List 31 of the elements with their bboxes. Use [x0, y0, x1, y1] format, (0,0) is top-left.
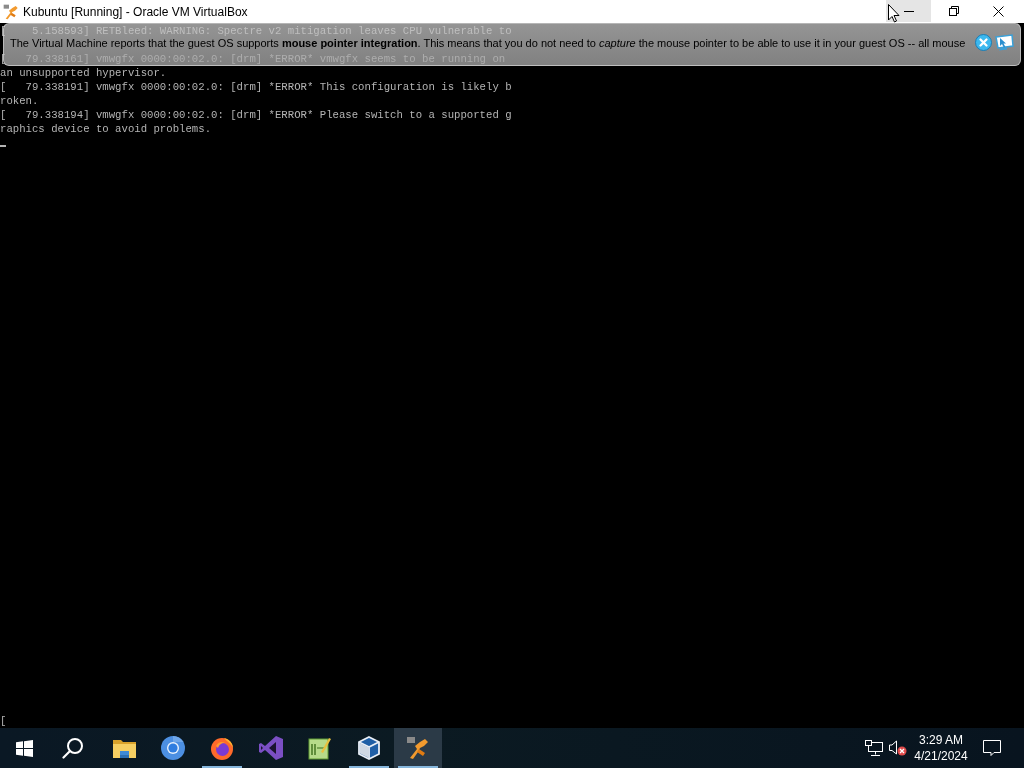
app-logo-icon	[406, 736, 430, 760]
console-line: [ 79.338191] vmwgfx 0000:00:02.0: [drm] *ERROR* This configuration is likely b	[0, 80, 512, 94]
banner-message: The Virtual Machine reports that the guest OS supports mouse pointer integration. This means that you do not need to capture the mouse pointer to be able to use it in your guest OS -- all mouse	[10, 36, 967, 49]
restore-icon	[948, 6, 959, 16]
windows-logo-icon	[15, 739, 33, 757]
console-line: [	[0, 714, 7, 728]
notification-icon	[983, 739, 1001, 757]
clock-date: 4/21/2024	[914, 749, 968, 763]
clock[interactable]: 3:29 AM 4/21/2024	[910, 728, 972, 768]
console-line: roken.	[0, 94, 39, 108]
console-line: raphics device to avoid problems.	[0, 122, 212, 136]
minimize-icon	[903, 10, 914, 12]
banner-pointer-button[interactable]	[995, 34, 1014, 51]
banner-close-button[interactable]	[975, 34, 992, 51]
flame-globe-icon	[210, 736, 234, 760]
console-line: an unsupported hypervisor.	[0, 66, 167, 80]
window-title: Kubuntu [Running] - Oracle VM VirtualBox	[23, 4, 248, 19]
folder-icon	[112, 738, 136, 758]
network-icon	[865, 740, 883, 756]
notepad-icon	[308, 736, 332, 760]
ring-logo-icon	[161, 736, 185, 760]
clock-time: 3:29 AM	[919, 733, 963, 747]
app-logo-icon	[3, 3, 19, 20]
screen-pointer-icon	[995, 34, 1014, 51]
search-icon	[62, 737, 84, 759]
cube-icon	[358, 736, 380, 760]
text-cursor-icon	[0, 145, 6, 147]
close-icon	[993, 5, 1004, 17]
ribbon-logo-icon	[259, 736, 283, 760]
console-line: [ 79.338194] vmwgfx 0000:00:02.0: [drm] *ERROR* Please switch to a supported g	[0, 108, 512, 122]
close-icon	[975, 34, 992, 51]
